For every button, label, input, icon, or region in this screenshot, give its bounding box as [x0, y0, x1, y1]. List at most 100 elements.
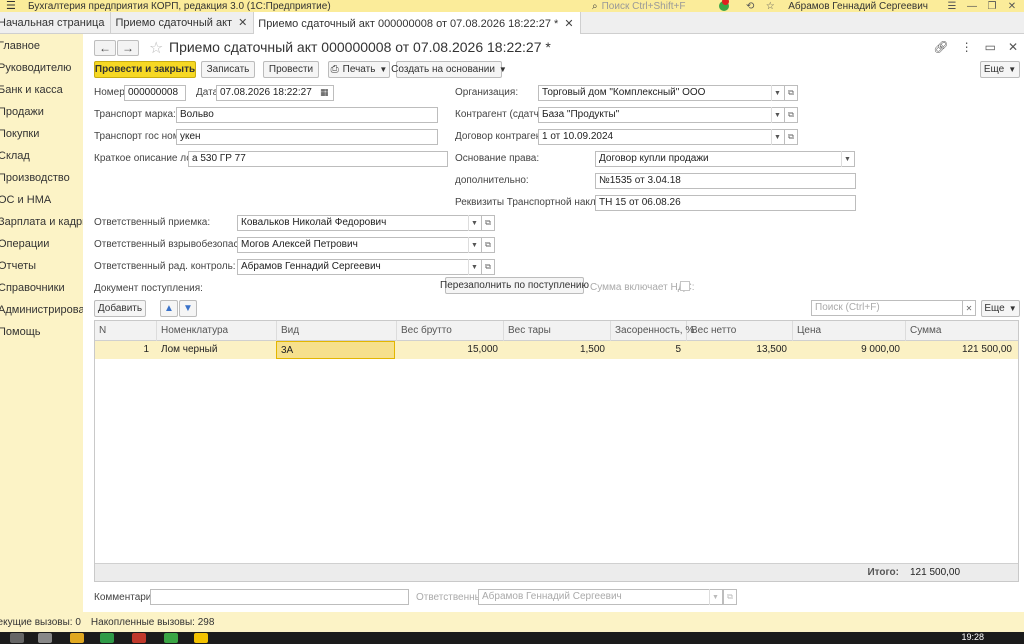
- browser-icon[interactable]: [100, 633, 114, 643]
- back-button[interactable]: ←: [94, 40, 116, 56]
- responsible-acceptance-field[interactable]: Ковальков Николай Федорович: [237, 215, 482, 231]
- sidebar-item-sales[interactable]: Продажи: [0, 101, 83, 123]
- cell-clog[interactable]: 5: [611, 341, 685, 359]
- create-based-on-button[interactable]: Создать на основании ▼: [391, 61, 507, 78]
- column-header-n[interactable]: N: [95, 321, 157, 341]
- link-icon[interactable]: 🔗︎: [933, 40, 948, 54]
- close-tab-icon[interactable]: ✕: [238, 12, 247, 34]
- contract-field[interactable]: 1 от 10.09.2024: [538, 129, 785, 145]
- cell-net[interactable]: 13,500: [687, 341, 791, 359]
- cell-n[interactable]: 1: [95, 341, 153, 359]
- favorites-icon[interactable]: ☆: [764, 1, 776, 12]
- spreadsheet-icon[interactable]: [164, 633, 178, 643]
- post-and-close-button[interactable]: Провести и закрыть: [94, 61, 196, 78]
- responsible-field[interactable]: Абрамов Геннадий Сергеевич: [478, 589, 723, 605]
- search-icon[interactable]: [10, 633, 24, 643]
- responsible-radiation-field[interactable]: Абрамов Геннадий Сергеевич: [237, 259, 482, 275]
- cell-gross[interactable]: 15,000: [397, 341, 502, 359]
- cell-tare[interactable]: 1,500: [504, 341, 609, 359]
- sidebar-item-reports[interactable]: Отчеты: [0, 255, 83, 277]
- save-button[interactable]: Записать: [201, 61, 255, 78]
- responsible-dropdown-icon[interactable]: ▼: [709, 589, 721, 605]
- move-up-button[interactable]: ▲: [160, 300, 178, 317]
- right-basis-dropdown-icon[interactable]: ▼: [841, 151, 853, 167]
- column-header-net[interactable]: Вес нетто: [687, 321, 793, 341]
- settings-icon[interactable]: ☰: [946, 1, 958, 12]
- clock[interactable]: 19:28: [961, 632, 984, 643]
- sidebar-item-bank[interactable]: Банк и касса: [0, 79, 83, 101]
- sidebar-item-help[interactable]: Помощь: [0, 321, 83, 343]
- form-maximize-icon[interactable]: ▭: [985, 40, 996, 54]
- column-header-kind[interactable]: Вид: [277, 321, 397, 341]
- cell-sum[interactable]: 121 500,00: [906, 341, 1016, 359]
- history-icon[interactable]: ⟲: [744, 1, 756, 12]
- vat-included-checkbox[interactable]: [680, 281, 690, 291]
- post-button[interactable]: Провести: [263, 61, 319, 78]
- organization-dropdown-icon[interactable]: ▼: [771, 85, 783, 101]
- tab-acts-list[interactable]: Приемо сдаточный акт ✕: [111, 12, 255, 34]
- responsible-explosive-field[interactable]: Могов Алексей Петрович: [237, 237, 482, 253]
- date-field[interactable]: 07.08.2026 18:22:27: [216, 85, 334, 101]
- clear-search-icon[interactable]: ✕: [962, 300, 976, 316]
- tab-act-document[interactable]: Приемо сдаточный акт 000000008 от 07.08.…: [254, 12, 581, 35]
- folder-icon[interactable]: [70, 633, 84, 643]
- contract-dropdown-icon[interactable]: ▼: [771, 129, 783, 145]
- column-header-clog[interactable]: Засоренность, %: [611, 321, 694, 341]
- column-header-item[interactable]: Номенклатура: [157, 321, 277, 341]
- column-header-sum[interactable]: Сумма: [906, 321, 1018, 341]
- number-field[interactable]: 000000008: [124, 85, 186, 101]
- main-menu-icon[interactable]: ☰: [6, 1, 20, 12]
- tab-home[interactable]: Начальная страница: [0, 12, 112, 34]
- table-search-input[interactable]: Поиск (Ctrl+F): [811, 300, 963, 316]
- table-more-button[interactable]: Еще ▼: [981, 300, 1020, 317]
- counterparty-open-icon[interactable]: ⧉: [784, 107, 798, 123]
- print-button[interactable]: ⎙ Печать ▼: [328, 61, 390, 78]
- transport-plate-field[interactable]: укен: [176, 129, 438, 145]
- sidebar-item-payroll[interactable]: Зарплата и кадры: [0, 211, 90, 233]
- app-icon[interactable]: [132, 633, 146, 643]
- responsible-radiation-dropdown-icon[interactable]: ▼: [468, 259, 480, 275]
- responsible-acceptance-dropdown-icon[interactable]: ▼: [468, 215, 480, 231]
- minimize-icon[interactable]: —: [966, 1, 978, 12]
- sidebar-item-main[interactable]: Главное: [0, 35, 83, 57]
- responsible-explosive-open-icon[interactable]: ⧉: [481, 237, 495, 253]
- responsible-open-icon[interactable]: ⧉: [723, 589, 737, 605]
- close-tab-icon[interactable]: ✕: [564, 13, 573, 35]
- cell-price[interactable]: 9 000,00: [793, 341, 904, 359]
- waybill-field[interactable]: ТН 15 от 06.08.26: [595, 195, 856, 211]
- counterparty-field[interactable]: База "Продукты": [538, 107, 785, 123]
- responsible-explosive-dropdown-icon[interactable]: ▼: [468, 237, 480, 253]
- maximize-icon[interactable]: ❐: [986, 1, 998, 12]
- more-actions-icon[interactable]: ⋮: [961, 40, 973, 54]
- calendar-icon[interactable]: ▦: [320, 87, 329, 98]
- contract-open-icon[interactable]: ⧉: [784, 129, 798, 145]
- counterparty-dropdown-icon[interactable]: ▼: [771, 107, 783, 123]
- add-row-button[interactable]: Добавить: [94, 300, 146, 317]
- sidebar-item-assets[interactable]: ОС и НМА: [0, 189, 83, 211]
- close-icon[interactable]: ✕: [1006, 1, 1018, 12]
- scrap-description-field[interactable]: а 530 ГР 77: [188, 151, 448, 167]
- move-down-button[interactable]: ▼: [179, 300, 197, 317]
- task-view-icon[interactable]: [38, 633, 52, 643]
- sidebar-item-purchases[interactable]: Покупки: [0, 123, 83, 145]
- favorite-star-icon[interactable]: ☆: [149, 38, 163, 58]
- right-basis-field[interactable]: Договор купли продажи: [595, 151, 855, 167]
- forward-button[interactable]: →: [117, 40, 139, 56]
- more-button[interactable]: Еще ▼: [980, 61, 1020, 78]
- form-close-icon[interactable]: ✕: [1008, 40, 1018, 54]
- column-header-price[interactable]: Цена: [793, 321, 906, 341]
- sidebar-item-catalogs[interactable]: Справочники: [0, 277, 83, 299]
- sidebar-item-warehouse[interactable]: Склад: [0, 145, 83, 167]
- onec-app-icon[interactable]: [194, 633, 208, 643]
- refill-by-receipt-button[interactable]: Перезаполнить по поступлению: [440, 277, 589, 294]
- sidebar-item-operations[interactable]: Операции: [0, 233, 83, 255]
- cell-kind[interactable]: 3А: [276, 341, 395, 359]
- notifications-icon[interactable]: [719, 0, 736, 11]
- transport-brand-field[interactable]: Вольво: [176, 107, 438, 123]
- organization-open-icon[interactable]: ⧉: [784, 85, 798, 101]
- responsible-radiation-open-icon[interactable]: ⧉: [481, 259, 495, 275]
- responsible-acceptance-open-icon[interactable]: ⧉: [481, 215, 495, 231]
- global-search[interactable]: ⌕ Поиск Ctrl+Shift+F: [592, 0, 685, 12]
- organization-field[interactable]: Торговый дом "Комплексный" ООО: [538, 85, 785, 101]
- column-header-gross[interactable]: Вес брутто: [397, 321, 504, 341]
